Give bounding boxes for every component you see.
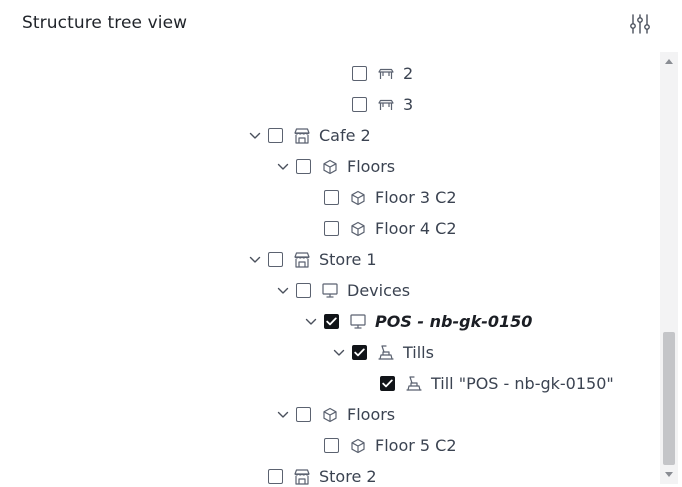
node-label[interactable]: POS - nb-gk-0150 bbox=[375, 312, 532, 331]
node-checkbox[interactable] bbox=[296, 159, 311, 174]
monitor-icon bbox=[349, 313, 367, 331]
node-label[interactable]: Floor 3 C2 bbox=[375, 188, 457, 207]
chevron-down-icon bbox=[333, 349, 345, 356]
node-label[interactable]: 3 bbox=[403, 95, 413, 114]
till-icon bbox=[405, 375, 423, 393]
node-checkbox[interactable] bbox=[268, 469, 283, 484]
chevron-down-icon bbox=[305, 318, 317, 325]
expand-toggle[interactable] bbox=[276, 160, 290, 174]
chevron-down-icon bbox=[277, 411, 289, 418]
node-label[interactable]: Store 2 bbox=[319, 467, 377, 486]
node-label[interactable]: Floor 5 C2 bbox=[375, 436, 457, 455]
chevron-down-icon bbox=[277, 287, 289, 294]
expand-toggle[interactable] bbox=[276, 408, 290, 422]
tree-node[interactable]: Floor 3 C2 bbox=[304, 182, 457, 213]
check-icon bbox=[326, 317, 337, 326]
node-checkbox[interactable] bbox=[324, 221, 339, 236]
store-icon bbox=[293, 251, 311, 269]
sliders-icon bbox=[630, 14, 650, 34]
tree-node[interactable]: Floors bbox=[276, 399, 395, 430]
node-label[interactable]: Tills bbox=[403, 343, 434, 362]
arrow-down-icon bbox=[665, 472, 673, 477]
node-checkbox[interactable] bbox=[324, 314, 339, 329]
chevron-down-icon bbox=[277, 163, 289, 170]
tree-node[interactable]: Tills bbox=[332, 337, 434, 368]
node-label[interactable]: Floors bbox=[347, 405, 395, 424]
structure-tree: 2 3 Cafe 2 Floors Floor 3 C2 Floor 4 C2 Store … bbox=[0, 56, 656, 487]
cube-icon bbox=[349, 437, 367, 455]
node-checkbox[interactable] bbox=[324, 190, 339, 205]
settings-button[interactable] bbox=[626, 10, 654, 38]
expand-toggle[interactable] bbox=[276, 284, 290, 298]
node-label[interactable]: Store 1 bbox=[319, 250, 377, 269]
table-icon bbox=[377, 96, 395, 114]
check-icon bbox=[382, 379, 393, 388]
scroll-up-button[interactable] bbox=[660, 54, 678, 68]
expand-toggle[interactable] bbox=[304, 315, 318, 329]
node-checkbox[interactable] bbox=[324, 438, 339, 453]
node-checkbox[interactable] bbox=[296, 407, 311, 422]
node-label[interactable]: Devices bbox=[347, 281, 410, 300]
scroll-down-button[interactable] bbox=[660, 468, 678, 482]
tree-node[interactable]: 2 bbox=[332, 58, 413, 89]
till-icon bbox=[377, 344, 395, 362]
node-label[interactable]: 2 bbox=[403, 64, 413, 83]
tree-node[interactable]: 3 bbox=[332, 89, 413, 120]
node-checkbox[interactable] bbox=[352, 345, 367, 360]
arrow-up-icon bbox=[665, 59, 673, 64]
panel-header: Structure tree view bbox=[0, 0, 682, 50]
tree-node[interactable]: Store 2 bbox=[248, 461, 377, 487]
node-checkbox[interactable] bbox=[296, 283, 311, 298]
chevron-down-icon bbox=[249, 256, 261, 263]
table-icon bbox=[377, 65, 395, 83]
cube-icon bbox=[321, 406, 339, 424]
tree-node[interactable]: Store 1 bbox=[248, 244, 377, 275]
node-checkbox[interactable] bbox=[352, 66, 367, 81]
expand-toggle[interactable] bbox=[248, 253, 262, 267]
store-icon bbox=[293, 127, 311, 145]
chevron-down-icon bbox=[249, 132, 261, 139]
vertical-scrollbar[interactable] bbox=[660, 52, 678, 484]
node-label[interactable]: Floors bbox=[347, 157, 395, 176]
cube-icon bbox=[349, 220, 367, 238]
expand-toggle[interactable] bbox=[332, 346, 346, 360]
scrollbar-thumb[interactable] bbox=[663, 332, 675, 465]
tree-node[interactable]: Floor 4 C2 bbox=[304, 213, 457, 244]
tree-node[interactable]: POS - nb-gk-0150 bbox=[304, 306, 532, 337]
node-checkbox[interactable] bbox=[268, 252, 283, 267]
monitor-icon bbox=[321, 282, 339, 300]
expand-toggle[interactable] bbox=[248, 129, 262, 143]
node-label[interactable]: Till "POS - nb-gk-0150" bbox=[431, 374, 614, 393]
check-icon bbox=[354, 348, 365, 357]
node-label[interactable]: Floor 4 C2 bbox=[375, 219, 457, 238]
cube-icon bbox=[349, 189, 367, 207]
tree-node[interactable]: Devices bbox=[276, 275, 410, 306]
node-checkbox[interactable] bbox=[268, 128, 283, 143]
tree-node[interactable]: Floors bbox=[276, 151, 395, 182]
tree-node[interactable]: Till "POS - nb-gk-0150" bbox=[360, 368, 614, 399]
panel-title: Structure tree view bbox=[22, 13, 188, 33]
node-checkbox[interactable] bbox=[352, 97, 367, 112]
cube-icon bbox=[321, 158, 339, 176]
node-label[interactable]: Cafe 2 bbox=[319, 126, 371, 145]
tree-node[interactable]: Floor 5 C2 bbox=[304, 430, 457, 461]
store-icon bbox=[293, 468, 311, 486]
tree-node[interactable]: Cafe 2 bbox=[248, 120, 371, 151]
node-checkbox[interactable] bbox=[380, 376, 395, 391]
